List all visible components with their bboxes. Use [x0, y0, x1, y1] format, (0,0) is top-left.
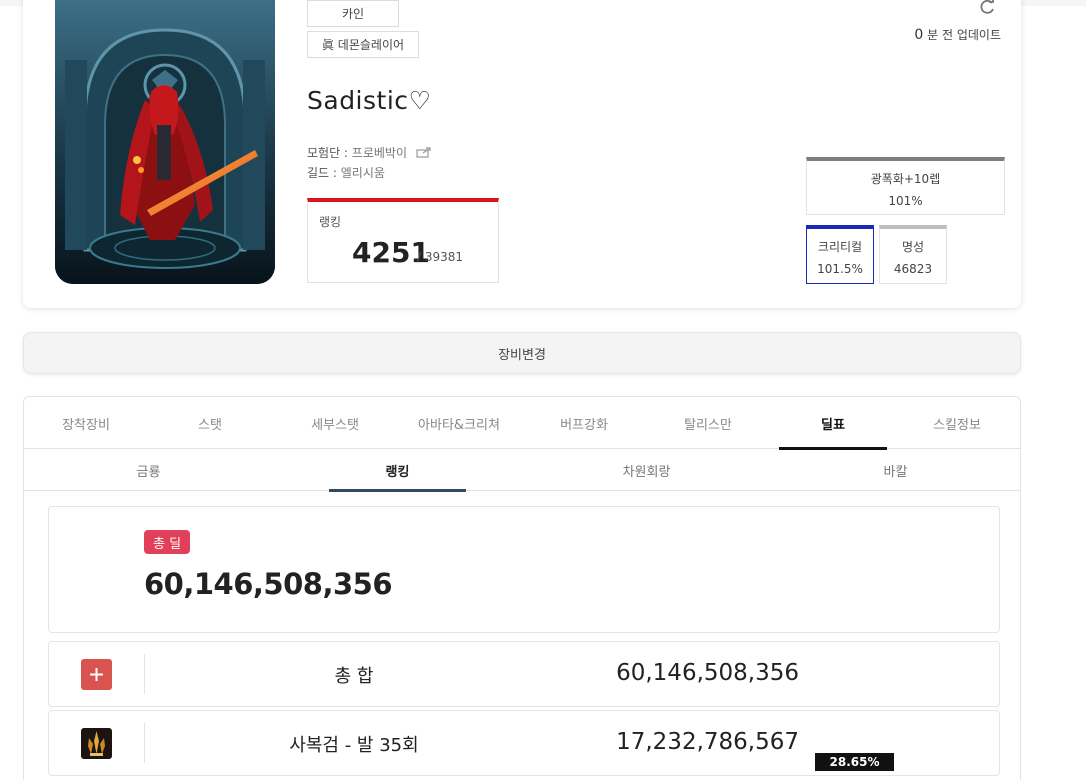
adventure-label: 모험단 :	[307, 146, 352, 160]
row-divider	[144, 654, 145, 694]
rage-stat-label: 광폭화+10렙	[870, 172, 941, 186]
server-name: 카인	[341, 7, 365, 21]
adventure-name[interactable]: 프로베박이	[352, 146, 407, 160]
tab-equipment[interactable]: 장착장비	[24, 397, 148, 449]
guild-line: 길드 : 엘리시움	[307, 164, 385, 181]
character-name: Sadistic♡	[307, 86, 432, 115]
damage-percent-badge: 28.65%	[815, 753, 894, 771]
refresh-icon[interactable]	[978, 0, 996, 16]
crit-stat-label: 크리티컬	[817, 240, 863, 254]
tab-stats[interactable]: 스탯	[148, 397, 272, 449]
tab-talisman[interactable]: 탈리스만	[646, 397, 770, 449]
total-damage-badge: 총 딜	[144, 530, 191, 554]
ranking-total: / 39381	[417, 250, 464, 264]
damage-row-total: 총 합 60,146,508,356	[48, 641, 1000, 707]
tab-skill-info[interactable]: 스킬정보	[895, 397, 1019, 449]
guild-label: 길드 :	[307, 166, 341, 180]
update-status: 0 분 전 업데이트	[914, 26, 1001, 43]
tab-avatar-creature[interactable]: 아바타&크리쳐	[397, 397, 521, 449]
adventure-line: 모험단 : 프로베박이	[307, 144, 432, 161]
job-tag: 眞 데몬슬레이어	[307, 31, 419, 58]
tab-buff-enhance[interactable]: 버프강화	[522, 397, 646, 449]
main-tabs: 장착장비 스탯 세부스탯 아바타&크리쳐 버프강화 탈리스만 딜표 스킬정보	[24, 397, 1020, 450]
server-tag: 카인	[307, 0, 399, 27]
rage-stat-box: 광폭화+10렙 101%	[806, 157, 1005, 215]
damage-row-value: 17,232,786,567	[616, 729, 799, 755]
plus-icon[interactable]	[81, 659, 112, 690]
ranking-label: 랭킹	[319, 215, 342, 229]
sword-skill-icon	[81, 728, 112, 759]
damage-row-skill: 사복검 - 발 35회 17,232,786,567 28.65%	[48, 710, 1000, 776]
job-name: 眞 데몬슬레이어	[321, 38, 405, 52]
crit-stat-value: 101.5%	[817, 262, 863, 276]
tab-damage-table[interactable]: 딜표	[771, 397, 895, 450]
total-damage-box: 총 딜 60,146,508,356	[48, 506, 1000, 633]
damage-row-label: 총 합	[334, 666, 374, 687]
subtab-dimension-corridor[interactable]: 차원회랑	[522, 449, 771, 491]
guild-name: 엘리시움	[340, 166, 385, 180]
fame-stat-box: 명성 46823	[879, 225, 947, 284]
ranking-box: 랭킹 4251 / 39381	[307, 198, 499, 283]
update-minutes: 0	[914, 27, 924, 43]
tab-detail-stats[interactable]: 세부스탯	[273, 397, 397, 449]
crit-stat-box: 크리티컬 101.5%	[806, 225, 874, 284]
character-detail-panel: 장착장비 스탯 세부스탯 아바타&크리쳐 버프강화 탈리스만 딜표 스킬정보 금…	[23, 396, 1021, 780]
fame-stat-value: 46823	[893, 262, 933, 276]
character-portrait	[55, 0, 275, 284]
subtab-ranking[interactable]: 랭킹	[273, 449, 522, 492]
share-icon[interactable]	[416, 147, 432, 158]
update-text: 분 전 업데이트	[923, 28, 1001, 42]
fame-stat-label: 명성	[901, 240, 925, 254]
total-damage-value: 60,146,508,356	[144, 567, 393, 601]
character-profile-card: 카인 眞 데몬슬레이어 Sadistic♡ 모험단 : 프로베박이 길드 : 엘…	[23, 0, 1021, 308]
rage-stat-value: 101%	[888, 194, 923, 208]
damage-row-label: 사복검 - 발 35회	[289, 735, 419, 756]
subtab-golden-dragon[interactable]: 금룡	[24, 449, 273, 491]
row-divider	[144, 723, 145, 763]
sub-tabs: 금룡 랭킹 차원회랑 바칼	[24, 449, 1020, 492]
subtab-bakal[interactable]: 바칼	[771, 449, 1020, 491]
change-equipment-button[interactable]: 장비변경	[23, 332, 1021, 374]
damage-row-value: 60,146,508,356	[616, 660, 799, 686]
